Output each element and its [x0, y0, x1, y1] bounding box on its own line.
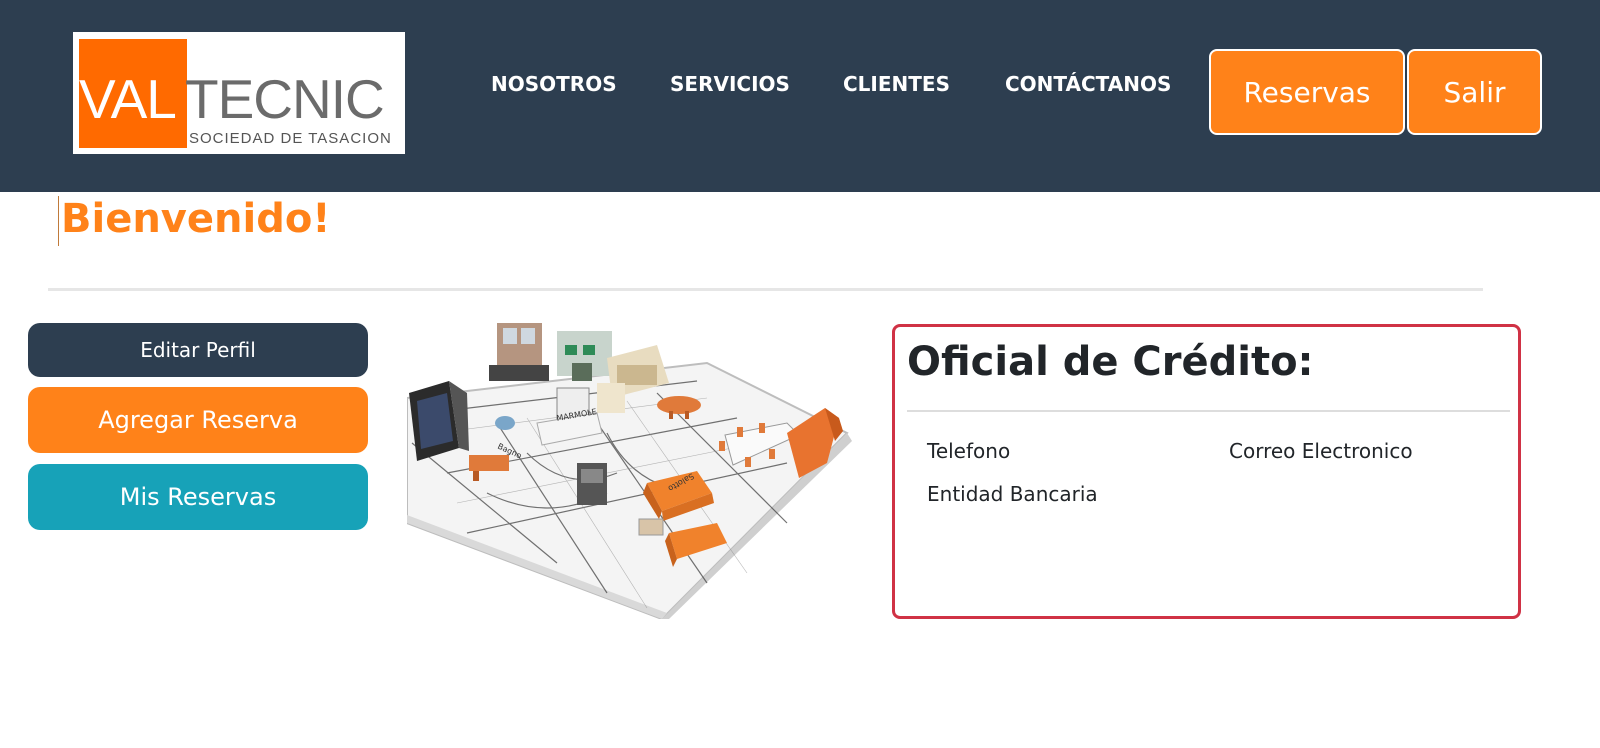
- welcome-heading: Bienvenido!: [61, 196, 331, 242]
- nav-link-nosotros[interactable]: NOSOTROS: [491, 72, 617, 96]
- salir-button[interactable]: Salir: [1407, 49, 1542, 135]
- credit-officer-card: Oficial de Crédito: Telefono Correo Elec…: [892, 324, 1521, 619]
- bank-entity-label: Entidad Bancaria: [927, 482, 1098, 506]
- email-label: Correo Electronico: [1229, 439, 1413, 463]
- section-divider: [48, 288, 1483, 291]
- card-divider: [907, 410, 1510, 412]
- floorplan-illustration: MARMOLE Salotto Bagno: [407, 323, 872, 619]
- card-title: Oficial de Crédito:: [907, 339, 1314, 385]
- logo-val-text: VAL: [79, 68, 177, 130]
- my-reservations-button[interactable]: Mis Reservas: [28, 464, 368, 530]
- add-reservation-button[interactable]: Agregar Reserva: [28, 387, 368, 453]
- phone-label: Telefono: [927, 439, 1011, 463]
- edit-profile-button[interactable]: Editar Perfil: [28, 323, 368, 377]
- valtecnic-logo[interactable]: VAL TECNIC SOCIEDAD DE TASACION: [73, 32, 405, 154]
- site-header: VAL TECNIC SOCIEDAD DE TASACION NOSOTROS…: [0, 0, 1600, 192]
- welcome-heading-wrap: Bienvenido!: [58, 196, 331, 246]
- logo-tecnic-text: TECNIC: [185, 68, 385, 130]
- nav-link-contactanos[interactable]: CONTÁCTANOS: [1005, 72, 1171, 96]
- nav-link-servicios[interactable]: SERVICIOS: [670, 72, 790, 96]
- nav-link-clientes[interactable]: CLIENTES: [843, 72, 950, 96]
- reservas-button[interactable]: Reservas: [1209, 49, 1405, 135]
- logo-tagline: SOCIEDAD DE TASACION: [189, 130, 392, 147]
